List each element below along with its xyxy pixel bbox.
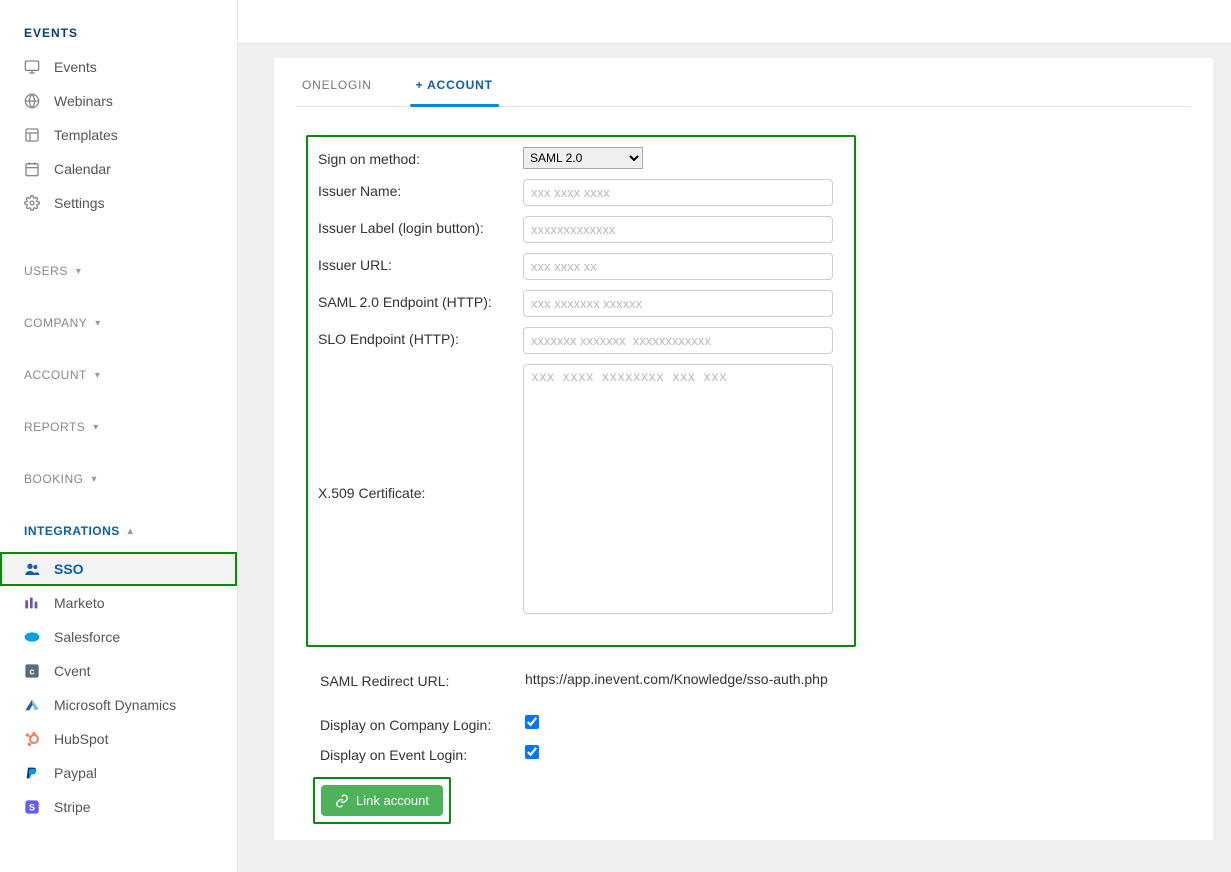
x509-cert-input[interactable]: xxx xxxx xxxxxxxx xxx xxx (523, 364, 833, 614)
saml-endpoint-input[interactable] (523, 290, 833, 317)
calendar-icon (24, 161, 40, 177)
sidebar-item-label: SSO (54, 561, 84, 577)
salesforce-icon (24, 629, 40, 645)
sidebar-item-stripe[interactable]: S Stripe (0, 790, 237, 824)
svg-text:c: c (29, 666, 34, 676)
issuer-name-label: Issuer Name: (318, 179, 523, 199)
sidebar-section-events: EVENTS (0, 14, 237, 50)
issuer-label-input[interactable] (523, 216, 833, 243)
chevron-down-icon: ▾ (93, 422, 99, 433)
sidebar-item-label: Stripe (54, 799, 91, 815)
sidebar-item-label: Marketo (54, 595, 105, 611)
chevron-up-icon: ▴ (128, 526, 134, 537)
globe-icon (24, 93, 40, 109)
link-account-label: Link account (356, 793, 429, 808)
sidebar-group-integrations[interactable]: INTEGRATIONS▴ (0, 510, 237, 544)
display-company-login-label: Display on Company Login: (320, 715, 525, 733)
tab-onelogin[interactable]: ONELOGIN (296, 78, 378, 106)
sidebar-group-account[interactable]: ACCOUNT▾ (0, 354, 237, 388)
sign-on-method-label: Sign on method: (318, 147, 523, 167)
chevron-down-icon: ▾ (92, 474, 98, 485)
sidebar-item-calendar[interactable]: Calendar (0, 152, 237, 186)
sidebar-item-hubspot[interactable]: HubSpot (0, 722, 237, 756)
sidebar-item-label: Templates (54, 127, 118, 143)
panel: ONELOGIN + ACCOUNT Sign on method: SAML … (274, 58, 1213, 840)
gear-icon (24, 195, 40, 211)
cvent-icon: c (24, 663, 40, 679)
sidebar-item-label: Salesforce (54, 629, 120, 645)
sidebar-item-label: HubSpot (54, 731, 108, 747)
sidebar-group-users[interactable]: USERS▾ (0, 250, 237, 284)
sidebar-item-paypal[interactable]: Paypal (0, 756, 237, 790)
svg-text:S: S (29, 802, 35, 812)
issuer-name-input[interactable] (523, 179, 833, 206)
sidebar: EVENTS Events Webinars Templates Calenda… (0, 0, 238, 872)
sidebar-item-msdynamics[interactable]: Microsoft Dynamics (0, 688, 237, 722)
sidebar-group-booking[interactable]: BOOKING▾ (0, 458, 237, 492)
paypal-icon (24, 765, 40, 781)
chevron-down-icon: ▾ (76, 266, 82, 277)
sidebar-item-settings[interactable]: Settings (0, 186, 237, 220)
sign-on-method-select[interactable]: SAML 2.0 (523, 147, 643, 169)
sidebar-item-label: Events (54, 59, 97, 75)
display-event-login-checkbox[interactable] (525, 745, 539, 759)
stripe-icon: S (24, 799, 40, 815)
link-icon (335, 794, 349, 808)
sidebar-item-webinars[interactable]: Webinars (0, 84, 237, 118)
sso-form-highlight: Sign on method: SAML 2.0 Issuer Name: Is… (306, 135, 856, 647)
sidebar-item-label: Paypal (54, 765, 97, 781)
slo-endpoint-label: SLO Endpoint (HTTP): (318, 327, 523, 347)
sidebar-item-cvent[interactable]: c Cvent (0, 654, 237, 688)
layout-icon (24, 127, 40, 143)
sidebar-item-label: Calendar (54, 161, 111, 177)
slo-endpoint-input[interactable] (523, 327, 833, 354)
sidebar-group-reports[interactable]: REPORTS▾ (0, 406, 237, 440)
hubspot-icon (24, 731, 40, 747)
chevron-down-icon: ▾ (95, 318, 101, 329)
sidebar-item-label: Cvent (54, 663, 91, 679)
sidebar-group-company[interactable]: COMPANY▾ (0, 302, 237, 336)
topbar (238, 0, 1231, 44)
sidebar-item-label: Settings (54, 195, 105, 211)
display-event-login-label: Display on Event Login: (320, 745, 525, 763)
sidebar-item-events[interactable]: Events (0, 50, 237, 84)
users-icon (24, 561, 40, 577)
link-account-highlight: Link account (313, 777, 451, 824)
issuer-label-label: Issuer Label (login button): (318, 216, 523, 236)
link-account-button[interactable]: Link account (321, 785, 443, 816)
saml-endpoint-label: SAML 2.0 Endpoint (HTTP): (318, 290, 523, 310)
marketo-icon (24, 595, 40, 611)
sidebar-item-label: Microsoft Dynamics (54, 697, 176, 713)
issuer-url-input[interactable] (523, 253, 833, 280)
sidebar-item-marketo[interactable]: Marketo (0, 586, 237, 620)
chevron-down-icon: ▾ (95, 370, 101, 381)
msdynamics-icon (24, 697, 40, 713)
saml-redirect-value: https://app.inevent.com/Knowledge/sso-au… (525, 671, 828, 687)
issuer-url-label: Issuer URL: (318, 253, 523, 273)
tab-add-account[interactable]: + ACCOUNT (410, 78, 499, 106)
main-content: ONELOGIN + ACCOUNT Sign on method: SAML … (238, 0, 1231, 872)
monitor-icon (24, 59, 40, 75)
x509-cert-label: X.509 Certificate: (318, 481, 523, 501)
display-company-login-checkbox[interactable] (525, 715, 539, 729)
sidebar-item-sso[interactable]: SSO (0, 552, 237, 586)
sidebar-item-salesforce[interactable]: Salesforce (0, 620, 237, 654)
sidebar-item-templates[interactable]: Templates (0, 118, 237, 152)
saml-redirect-label: SAML Redirect URL: (320, 671, 525, 689)
sidebar-item-label: Webinars (54, 93, 113, 109)
tabs: ONELOGIN + ACCOUNT (274, 58, 1213, 106)
